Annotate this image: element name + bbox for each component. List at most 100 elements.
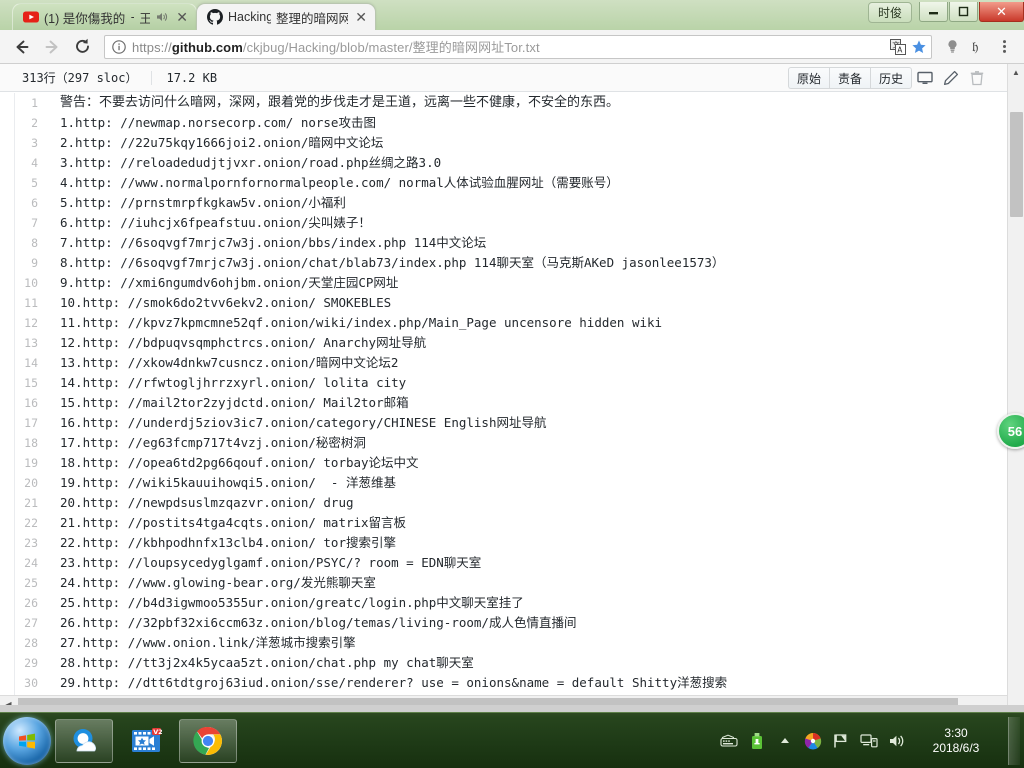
line-number[interactable]: 18 — [0, 433, 50, 453]
line-number[interactable]: 30 — [0, 673, 50, 693]
line-number[interactable]: 3 — [0, 133, 50, 153]
tab-youtube-title: (1) 是你傷我的心 — [44, 11, 126, 26]
code-line-row: 1 警告：不要去访问什么暗网，深网，跟着党的步伐走才是王道，远离一些不健康，不安全… — [0, 93, 1006, 113]
keyboard-ime-icon[interactable] — [720, 732, 738, 750]
line-number[interactable]: 15 — [0, 373, 50, 393]
taskbar-clock[interactable]: 3:30 2018/6/3 — [920, 726, 992, 756]
line-number[interactable]: 17 — [0, 413, 50, 433]
color-wheel-icon[interactable] — [804, 732, 822, 750]
blob-button-group: 原始 责备 历史 — [787, 67, 912, 89]
line-number[interactable]: 22 — [0, 513, 50, 533]
lightbulb-extension-icon[interactable] — [940, 34, 964, 60]
back-button[interactable] — [8, 33, 36, 61]
line-number[interactable]: 2 — [0, 113, 50, 133]
code-line-row: 6 5.http: //prnstmrpfkgkaw5v.onion/小福利 — [0, 193, 1006, 213]
code-line-row: 25 24.http: //www.glowing-bear.org/发光熊聊天室 — [0, 573, 1006, 593]
tab-github-close-icon[interactable]: ✕ — [353, 10, 369, 24]
code-line-row: 10 9.http: //xmi6ngumdv6ohjbm.onion/天堂庄园C… — [0, 273, 1006, 293]
line-number[interactable]: 12 — [0, 313, 50, 333]
line-number[interactable]: 6 — [0, 193, 50, 213]
line-content: 26.http: //32pbf32xi6ccm63z.onion/blog/t… — [60, 615, 577, 630]
chrome-icon — [193, 726, 222, 755]
blob-line-count: 313行（297 sloc） — [22, 71, 138, 85]
nytimes-extension-icon[interactable]: 𝔥 — [966, 34, 990, 60]
info-circle-icon[interactable] — [111, 39, 127, 55]
address-bar[interactable]: https://github.com/ckjbug/Hacking/blob/m… — [104, 34, 932, 59]
line-number[interactable]: 7 — [0, 213, 50, 233]
clock-date: 2018/6/3 — [932, 740, 980, 755]
tab-github[interactable]: Hacking / 整理的暗网网址 ✕ — [196, 3, 376, 30]
show-desktop-button[interactable] — [1008, 716, 1020, 765]
code-line-row: 5 4.http: //www.normalpornfornormalpeople… — [0, 173, 1006, 193]
close-button[interactable]: ✕ — [979, 2, 1024, 22]
tab-github-title: Hacking / — [228, 10, 272, 24]
flag-action-center-icon[interactable] — [832, 732, 850, 750]
code-line-row: 29 28.http: //tt3j2x4k5ycaa5zt.onion/chat… — [0, 653, 1006, 673]
open-desktop-button[interactable] — [912, 67, 938, 89]
delete-file-button[interactable] — [964, 67, 990, 89]
taskbar-item-qq-browser[interactable] — [55, 718, 113, 763]
line-number[interactable]: 21 — [0, 493, 50, 513]
minimize-button[interactable] — [919, 2, 948, 22]
line-number[interactable]: 14 — [0, 353, 50, 373]
line-number[interactable]: 16 — [0, 393, 50, 413]
tab-audio-icon[interactable] — [155, 10, 169, 24]
line-number[interactable]: 28 — [0, 633, 50, 653]
line-number[interactable]: 20 — [0, 473, 50, 493]
code-line-row: 7 6.http: //iuhcjx6fpeafstuu.onion/尖叫婊子！ — [0, 213, 1006, 233]
line-number[interactable]: 13 — [0, 333, 50, 353]
reload-button[interactable] — [68, 33, 96, 61]
line-content: 2.http: //22u75kqy1666joi2.onion/暗网中文论坛 — [60, 135, 384, 150]
line-number[interactable]: 5 — [0, 173, 50, 193]
tab-youtube[interactable]: (1) 是你傷我的心 - 王 ✕ — [12, 3, 197, 30]
taskbar: V2 3:30 2018/6/3 — [0, 712, 1024, 768]
desktop-background: (1) 是你傷我的心 - 王 ✕ Hacking /整理的暗 — [0, 0, 1024, 768]
pencil-icon — [943, 70, 959, 86]
web-page-content: 313行（297 sloc） 17.2 KB 原始 责备 历史 1 警告：不要去… — [0, 64, 1024, 712]
line-number[interactable]: 9 — [0, 253, 50, 273]
line-number[interactable]: 8 — [0, 233, 50, 253]
system-tray: 3:30 2018/6/3 — [720, 713, 1024, 768]
line-number[interactable]: 29 — [0, 653, 50, 673]
line-number[interactable]: 24 — [0, 553, 50, 573]
vertical-scrollbar[interactable]: ▲ — [1007, 64, 1024, 712]
code-line-row: 18 17.http: //eg63fcmp717t4vzj.onion/秘密树洞 — [0, 433, 1006, 453]
taskbar-item-video-editor[interactable]: V2 — [117, 719, 175, 763]
taskbar-item-chrome[interactable] — [179, 718, 237, 763]
close-icon: ✕ — [996, 3, 1007, 19]
line-content: 12.http: //bdpuqvsqmphctrcs.onion/ Anarc… — [60, 335, 427, 350]
star-icon[interactable] — [911, 39, 927, 55]
start-button[interactable] — [3, 716, 51, 765]
history-button[interactable]: 历史 — [869, 67, 912, 89]
vertical-scrollbar-thumb[interactable] — [1010, 112, 1023, 217]
line-content: 14.http: //rfwtogljhrrzxyrl.onion/ lolit… — [60, 375, 407, 390]
line-number[interactable]: 19 — [0, 453, 50, 473]
scroll-up-arrow-icon[interactable]: ▲ — [1008, 64, 1024, 81]
forward-button[interactable] — [38, 33, 66, 61]
line-content: 25.http: //b4d3igwmoo5355ur.onion/greatc… — [60, 595, 524, 610]
code-line-row: 11 10.http: //smok6do2tvv6ekv2.onion/ SMO… — [0, 293, 1006, 313]
translate-icon[interactable]: 文 A — [890, 38, 906, 55]
line-number[interactable]: 4 — [0, 153, 50, 173]
code-line-row: 21 20.http: //newpdsuslmzqazvr.onion/ dru… — [0, 493, 1006, 513]
url-text: https://github.com/ckjbug/Hacking/blob/m… — [132, 37, 885, 56]
profile-chip-button[interactable]: 时俊 — [868, 1, 912, 23]
tab-youtube-close-icon[interactable]: ✕ — [174, 10, 190, 24]
maximize-button[interactable] — [949, 2, 978, 22]
line-number[interactable]: 26 — [0, 593, 50, 613]
line-number[interactable]: 10 — [0, 273, 50, 293]
line-number[interactable]: 27 — [0, 613, 50, 633]
line-number[interactable]: 1 — [0, 93, 50, 113]
kebab-menu-icon[interactable] — [992, 34, 1016, 60]
volume-icon[interactable] — [888, 732, 906, 750]
blame-button[interactable]: 责备 — [828, 67, 870, 89]
usb-drive-icon[interactable] — [748, 732, 766, 750]
line-content: 5.http: //prnstmrpfkgkaw5v.onion/小福利 — [60, 195, 346, 210]
line-number[interactable]: 25 — [0, 573, 50, 593]
edit-file-button[interactable] — [938, 67, 964, 89]
raw-button[interactable]: 原始 — [787, 67, 829, 89]
network-icon[interactable] — [860, 732, 878, 750]
line-number[interactable]: 23 — [0, 533, 50, 553]
show-hidden-icons-icon[interactable] — [776, 732, 794, 750]
line-number[interactable]: 11 — [0, 293, 50, 313]
